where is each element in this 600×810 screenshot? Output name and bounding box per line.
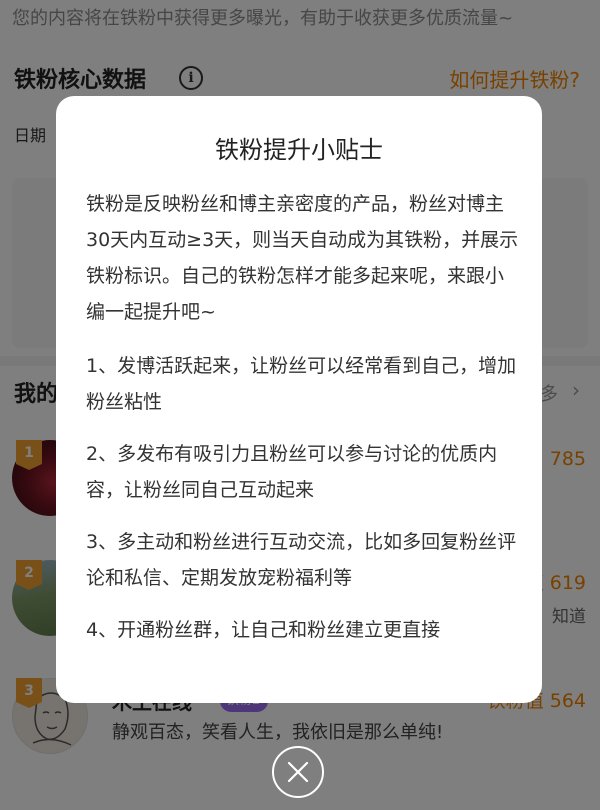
close-button[interactable] xyxy=(272,746,324,798)
tip-item-2: 2、多发布有吸引力且粉丝可以参与讨论的优质内容，让粉丝同自己互动起来 xyxy=(86,443,498,501)
close-icon xyxy=(287,761,309,783)
modal-body: 铁粉是反映粉丝和博主亲密度的产品，粉丝对博主30天内互动≥3天，则当天自动成为其… xyxy=(86,186,522,664)
tip-item-4: 4、开通粉丝群，让自己和粉丝建立更直接 xyxy=(86,619,441,641)
modal-title: 铁粉提升小贴士 xyxy=(215,136,383,164)
modal-intro: 铁粉是反映粉丝和博主亲密度的产品，粉丝对博主30天内互动≥3天，则当天自动成为其… xyxy=(86,193,519,323)
tip-item-1: 1、发博活跃起来，让粉丝可以经常看到自己，增加粉丝粘性 xyxy=(86,355,517,413)
tip-item-3: 3、多主动和粉丝进行互动交流，比如多回复粉丝评论和私信、定期发放宠粉福利等 xyxy=(86,531,517,589)
tips-modal: 铁粉提升小贴士 铁粉是反映粉丝和博主亲密度的产品，粉丝对博主30天内互动≥3天，… xyxy=(56,96,542,703)
